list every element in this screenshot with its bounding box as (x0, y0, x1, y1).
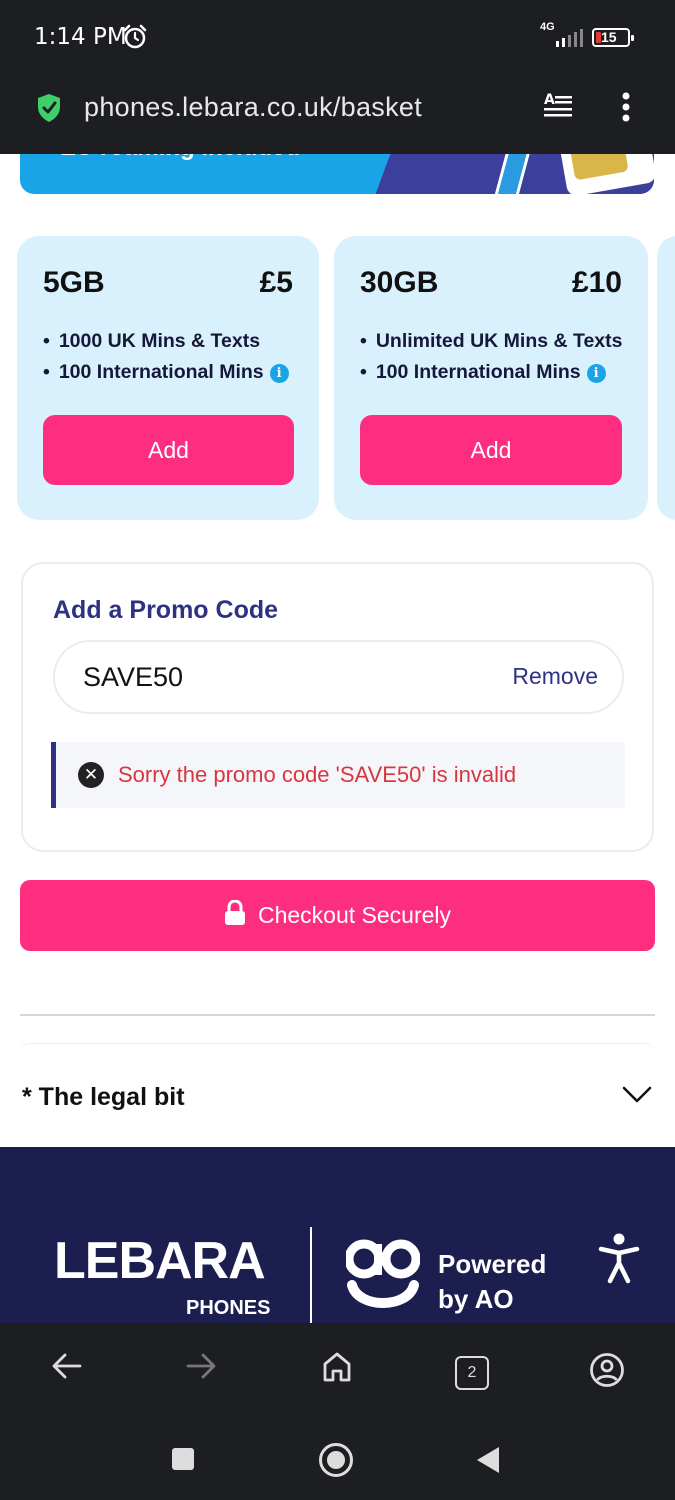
checkout-button[interactable]: Checkout Securely (20, 880, 655, 951)
alarm-icon (122, 24, 148, 55)
secure-shield-icon[interactable] (36, 93, 62, 128)
url-bar-overlay: phones.lebara.co.uk/basket A (0, 78, 675, 154)
promo-code-section: Add a Promo Code SAVE50 Remove ✕ Sorry t… (21, 562, 654, 852)
legal-title[interactable]: * The legal bit (22, 1083, 185, 1112)
promo-error-message: ✕ Sorry the promo code 'SAVE50' is inval… (51, 742, 625, 808)
promo-code-value[interactable]: SAVE50 (83, 662, 183, 693)
tabs-count-button[interactable]: 2 (455, 1356, 489, 1390)
powered-line-1: Powered (438, 1249, 547, 1279)
status-bar: 1:14 PM 4G 15 (0, 0, 675, 78)
url-text[interactable]: phones.lebara.co.uk/basket (84, 92, 422, 123)
home-circle-icon[interactable] (318, 1442, 354, 1483)
powered-by-ao: Powered by AO (438, 1247, 546, 1317)
accessibility-icon[interactable] (598, 1233, 640, 1290)
plan-feature: 100 International Mins i (43, 361, 289, 392)
more-menu-icon[interactable] (620, 92, 632, 129)
feature-text: 100 International Mins (375, 361, 581, 383)
ao-logo (344, 1235, 421, 1326)
plan-feature: 100 International Mins i (360, 361, 623, 392)
account-icon[interactable] (589, 1352, 625, 1393)
battery-level: 15 (601, 29, 617, 45)
add-plan-button[interactable]: Add (43, 415, 294, 485)
feature-text: Unlimited UK Mins & Texts (375, 330, 623, 352)
promo-title: Add a Promo Code (53, 596, 279, 624)
battery-icon: 15 (592, 28, 634, 47)
plan-price: £10 (571, 266, 622, 299)
add-plan-button[interactable]: Add (360, 415, 622, 485)
lock-icon (224, 898, 246, 932)
info-icon[interactable]: i (586, 364, 606, 383)
plan-card-partial[interactable] (657, 236, 675, 520)
lebara-phones-label: PHONES (186, 1297, 271, 1319)
back-triangle-icon[interactable] (475, 1445, 501, 1480)
status-time: 1:14 PM (34, 24, 127, 50)
plan-data-amount: 30GB (360, 266, 439, 299)
plan-feature: Unlimited UK Mins & Texts (360, 330, 623, 361)
plan-features: 1000 UK Mins & Texts 100 International M… (43, 330, 289, 392)
system-nav-bar (0, 1417, 675, 1500)
feature-text: 100 International Mins (58, 361, 264, 383)
checkout-label: Checkout Securely (257, 902, 452, 928)
browser-bottom-nav (0, 1323, 675, 1417)
forward-arrow-icon[interactable] (186, 1353, 216, 1384)
powered-line-2: by AO (438, 1284, 514, 1314)
remove-promo-button[interactable]: Remove (512, 663, 598, 690)
error-text: Sorry the promo code 'SAVE50' is invalid (118, 762, 517, 787)
plan-features: Unlimited UK Mins & Texts 100 Internatio… (360, 330, 623, 392)
svg-text:A: A (544, 92, 555, 108)
footer-separator (310, 1227, 312, 1323)
plan-card: 5GB £5 1000 UK Mins & Texts 100 Internat… (17, 236, 319, 520)
lebara-logo: LEBARA (54, 1232, 266, 1290)
signal-icon (556, 28, 584, 53)
plan-feature: 1000 UK Mins & Texts (43, 330, 289, 361)
home-icon[interactable] (322, 1351, 352, 1388)
plan-price: £5 (259, 266, 293, 299)
chevron-down-icon[interactable] (622, 1085, 652, 1110)
reader-mode-icon[interactable]: A (542, 91, 574, 126)
footer: LEBARA PHONES Powered by AO (0, 1147, 675, 1323)
error-x-icon: ✕ (78, 762, 104, 788)
back-arrow-icon[interactable] (52, 1353, 82, 1384)
plan-data-amount: 5GB (43, 266, 105, 299)
recents-icon[interactable] (171, 1447, 195, 1476)
feature-text: 1000 UK Mins & Texts (58, 330, 261, 352)
info-icon[interactable]: i (269, 364, 289, 383)
promo-code-input[interactable]: SAVE50 Remove (53, 640, 624, 714)
plan-card: 30GB £10 Unlimited UK Mins & Texts 100 I… (334, 236, 648, 520)
network-type: 4G (540, 21, 555, 33)
divider (20, 1014, 655, 1016)
